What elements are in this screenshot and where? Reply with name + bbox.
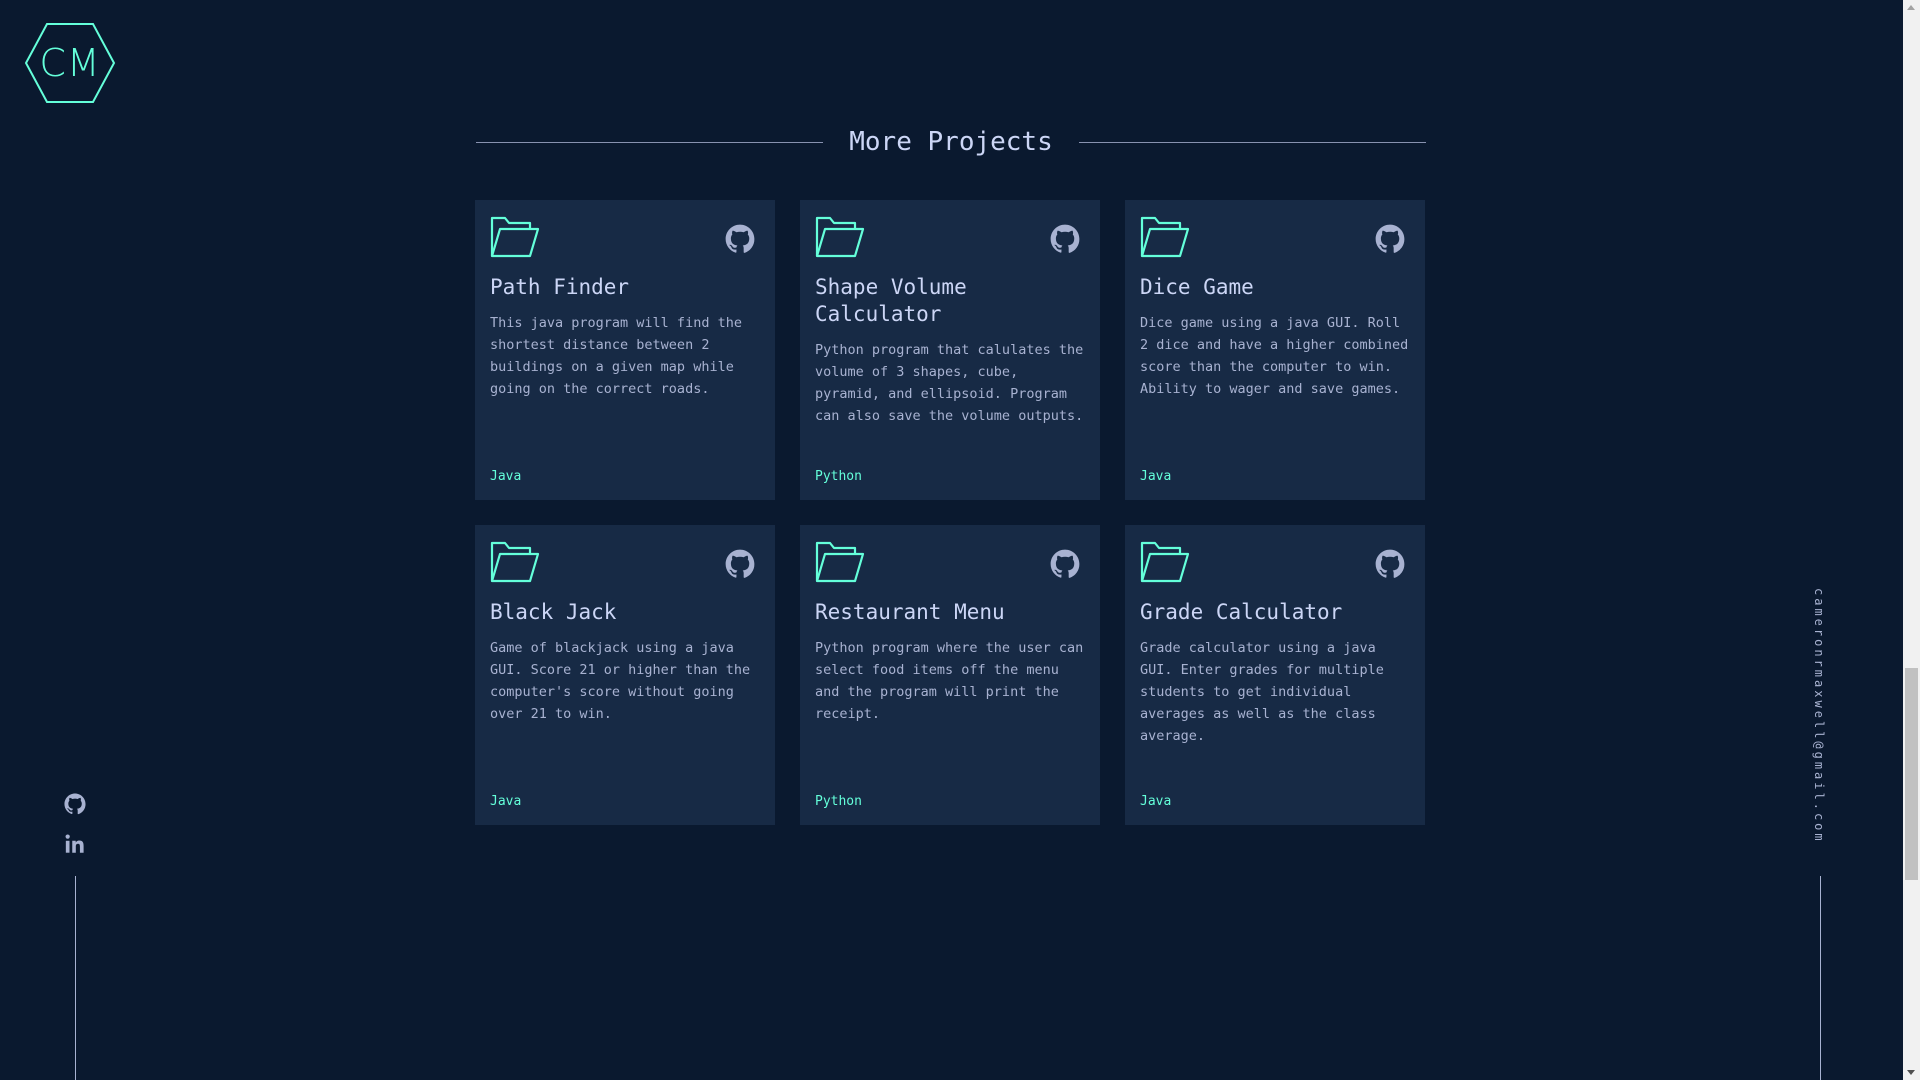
- project-title[interactable]: Restaurant Menu: [815, 599, 1085, 626]
- project-tech: Python: [815, 794, 862, 809]
- heading-divider-right: [1078, 141, 1426, 143]
- card-header: [1140, 214, 1410, 264]
- project-card[interactable]: Black Jack Game of blackjack using a jav…: [475, 525, 775, 825]
- page: CM More Projects Path Finder This java p…: [0, 0, 1920, 1080]
- folder-icon: [1140, 214, 1190, 258]
- card-header: [490, 214, 760, 264]
- folder-icon: [490, 214, 540, 258]
- project-title[interactable]: Grade Calculator: [1140, 599, 1410, 626]
- logo-text: CM: [39, 41, 101, 85]
- card-header: [1140, 539, 1410, 589]
- project-title[interactable]: Shape Volume Calculator: [815, 274, 1085, 328]
- github-icon[interactable]: [1375, 224, 1405, 254]
- project-description: Dice game using a java GUI. Roll 2 dice …: [1140, 315, 1409, 397]
- project-description: Grade calculator using a java GUI. Enter…: [1140, 640, 1384, 744]
- scroll-up-icon[interactable]: [1907, 5, 1915, 10]
- project-card[interactable]: Grade Calculator Grade calculator using …: [1125, 525, 1425, 825]
- folder-icon: [815, 539, 865, 583]
- project-tech: Java: [490, 794, 522, 809]
- email-link[interactable]: cameronrmaxwell@gmail.com: [1812, 588, 1826, 844]
- project-title[interactable]: Black Jack: [490, 599, 760, 626]
- project-card[interactable]: Restaurant Menu Python program where the…: [800, 525, 1100, 825]
- linkedin-icon[interactable]: [64, 833, 90, 859]
- logo[interactable]: CM: [24, 22, 116, 104]
- github-icon[interactable]: [1050, 549, 1080, 579]
- project-description: Python program where the user can select…: [815, 640, 1084, 722]
- folder-icon: [815, 214, 865, 258]
- project-card[interactable]: Dice Game Dice game using a java GUI. Ro…: [1125, 200, 1425, 500]
- scrollbar-thumb[interactable]: [1905, 668, 1918, 880]
- folder-icon: [490, 539, 540, 583]
- card-header: [815, 539, 1085, 589]
- project-description: This java program will find the shortest…: [490, 315, 742, 397]
- project-title[interactable]: Path Finder: [490, 274, 760, 301]
- project-description: Python program that calulates the volume…: [815, 342, 1084, 424]
- project-card[interactable]: Path Finder This java program will find …: [475, 200, 775, 500]
- project-tech: Java: [1140, 794, 1172, 809]
- project-tech: Python: [815, 469, 862, 484]
- scrollbar[interactable]: [1903, 0, 1920, 1080]
- social-links: [64, 793, 90, 873]
- left-rail-line: [75, 876, 76, 1080]
- card-header: [490, 539, 760, 589]
- project-tech: Java: [490, 469, 522, 484]
- project-tech: Java: [1140, 469, 1172, 484]
- right-rail-line: [1820, 876, 1821, 1080]
- section-title: More Projects: [849, 127, 1053, 157]
- github-icon[interactable]: [725, 224, 755, 254]
- projects-grid: Path Finder This java program will find …: [475, 200, 1426, 825]
- heading-divider-left: [476, 141, 824, 143]
- section-header: More Projects: [476, 122, 1426, 162]
- project-description: Game of blackjack using a java GUI. Scor…: [490, 640, 751, 722]
- github-icon[interactable]: [64, 793, 90, 819]
- scroll-down-icon[interactable]: [1907, 1070, 1915, 1075]
- project-card[interactable]: Shape Volume Calculator Python program t…: [800, 200, 1100, 500]
- github-icon[interactable]: [725, 549, 755, 579]
- github-icon[interactable]: [1375, 549, 1405, 579]
- project-title[interactable]: Dice Game: [1140, 274, 1410, 301]
- card-header: [815, 214, 1085, 264]
- folder-icon: [1140, 539, 1190, 583]
- github-icon[interactable]: [1050, 224, 1080, 254]
